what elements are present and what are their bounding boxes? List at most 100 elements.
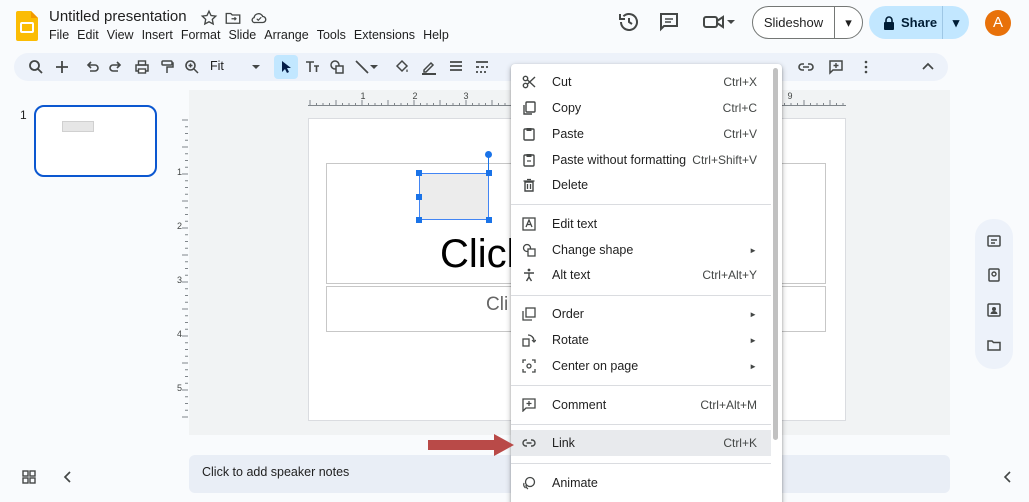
- hide-menus-chevron-icon[interactable]: [920, 59, 936, 75]
- resize-handle-s[interactable]: [486, 217, 492, 223]
- slideshow-label[interactable]: Slideshow: [753, 7, 835, 38]
- menu-item-link[interactable]: Link Ctrl+K: [511, 430, 771, 456]
- text-box-icon[interactable]: [304, 59, 320, 75]
- selected-shape[interactable]: [419, 173, 489, 220]
- menu-item-paste-without-formatting[interactable]: Paste without formatting Ctrl+Shift+V: [511, 147, 771, 173]
- search-menus-icon[interactable]: [28, 59, 44, 75]
- menu-format[interactable]: Format: [181, 28, 227, 42]
- menu-file[interactable]: File: [49, 28, 75, 42]
- menu-item-rotate[interactable]: Rotate ►: [511, 327, 771, 353]
- toolbar: Fit: [14, 53, 948, 81]
- collapse-filmstrip-icon[interactable]: [62, 470, 74, 484]
- cloud-status-icon[interactable]: [250, 9, 268, 27]
- zoom-icon[interactable]: [184, 59, 200, 75]
- menu-item-center-on-page[interactable]: Center on page ►: [511, 353, 771, 379]
- menu-separator: [511, 424, 771, 425]
- shapes-icon: [522, 243, 536, 257]
- zoom-select[interactable]: Fit: [210, 59, 224, 73]
- comments-icon[interactable]: [657, 10, 681, 34]
- meet-dropdown-icon[interactable]: [727, 18, 735, 26]
- vertical-ruler[interactable]: 1 2 3 4 5: [174, 118, 188, 418]
- drive-folder-icon[interactable]: [986, 337, 1002, 353]
- select-pointer-icon[interactable]: [278, 59, 294, 75]
- border-dash-icon[interactable]: [474, 59, 490, 75]
- more-options-icon[interactable]: [858, 59, 874, 75]
- accessibility-icon: [524, 268, 534, 282]
- context-menu: Cut Ctrl+X Copy Ctrl+C Paste Ctrl+V Past…: [511, 64, 782, 502]
- fill-color-icon[interactable]: [394, 59, 410, 75]
- zoom-dropdown-icon[interactable]: [252, 63, 260, 71]
- undo-icon[interactable]: [84, 59, 100, 75]
- border-weight-icon[interactable]: [448, 59, 464, 75]
- menu-item-comment[interactable]: Comment Ctrl+Alt+M: [511, 392, 771, 418]
- resize-handle-n[interactable]: [486, 170, 492, 176]
- keep-icon[interactable]: [986, 267, 1002, 283]
- redo-icon[interactable]: [108, 59, 124, 75]
- animate-icon: [523, 476, 536, 490]
- ruler-top-label-2: 2: [412, 91, 417, 101]
- comment-icon: [522, 398, 536, 412]
- share-dropdown-icon[interactable]: ▾: [943, 15, 969, 31]
- menu-arrange[interactable]: Arrange: [264, 28, 314, 42]
- shape-icon[interactable]: [329, 59, 345, 75]
- share-button[interactable]: Share ▾: [869, 6, 969, 39]
- ruler-left-label-1: 1: [177, 167, 182, 177]
- annotation-arrow: [428, 434, 514, 456]
- submenu-arrow-icon: ►: [749, 245, 757, 255]
- slides-logo-icon[interactable]: [16, 11, 38, 41]
- document-title[interactable]: Untitled presentation: [49, 8, 187, 25]
- menu-tools[interactable]: Tools: [317, 28, 352, 42]
- border-color-icon[interactable]: [421, 59, 437, 75]
- menu-item-delete[interactable]: Delete: [511, 172, 771, 198]
- thumbnail-shape: [62, 121, 94, 132]
- rotation-handle[interactable]: [485, 151, 492, 158]
- menu-separator: [511, 295, 771, 296]
- menu-separator: [511, 385, 771, 386]
- ruler-top-label-9: 9: [787, 91, 792, 101]
- calendar-icon[interactable]: [986, 233, 1002, 249]
- ruler-left-label-2: 2: [177, 221, 182, 231]
- slideshow-button[interactable]: Slideshow ▾: [752, 6, 863, 39]
- contacts-icon[interactable]: [986, 302, 1002, 318]
- add-comment-icon[interactable]: [828, 59, 844, 75]
- rotate-icon: [522, 334, 536, 347]
- menu-item-copy[interactable]: Copy Ctrl+C: [511, 95, 771, 121]
- resize-handle-sw[interactable]: [416, 217, 422, 223]
- line-icon[interactable]: [354, 59, 370, 75]
- paint-format-icon[interactable]: [159, 59, 175, 75]
- grid-view-icon[interactable]: [22, 470, 36, 484]
- menu-item-change-shape[interactable]: Change shape ►: [511, 237, 771, 263]
- menu-view[interactable]: View: [107, 28, 140, 42]
- context-menu-scrollbar[interactable]: [773, 68, 778, 440]
- menu-edit[interactable]: Edit: [77, 28, 105, 42]
- meet-camera-icon[interactable]: [702, 10, 726, 34]
- print-icon[interactable]: [134, 59, 150, 75]
- show-side-panel-icon[interactable]: [1002, 471, 1014, 483]
- menu-extensions[interactable]: Extensions: [354, 28, 421, 42]
- move-folder-icon[interactable]: [224, 9, 242, 27]
- menu-separator: [511, 463, 771, 464]
- menu-item-paste[interactable]: Paste Ctrl+V: [511, 121, 771, 147]
- resize-handle-w[interactable]: [416, 194, 422, 200]
- menu-slide[interactable]: Slide: [228, 28, 262, 42]
- menu-item-alt-text[interactable]: Alt text Ctrl+Alt+Y: [511, 262, 771, 288]
- version-history-icon[interactable]: [617, 10, 641, 34]
- line-dropdown-icon[interactable]: [370, 63, 378, 71]
- slideshow-dropdown-icon[interactable]: ▾: [835, 15, 862, 31]
- new-slide-icon[interactable]: [54, 59, 70, 75]
- menu-item-order[interactable]: Order ►: [511, 301, 771, 327]
- menu-item-animate[interactable]: Animate: [511, 470, 771, 496]
- menu-item-cut[interactable]: Cut Ctrl+X: [511, 69, 771, 95]
- menu-help[interactable]: Help: [423, 28, 455, 42]
- scissors-icon: [522, 75, 536, 89]
- slide-thumbnail[interactable]: [34, 105, 157, 177]
- speaker-notes-placeholder[interactable]: Click to add speaker notes: [202, 465, 349, 479]
- star-icon[interactable]: [200, 9, 218, 27]
- insert-link-icon[interactable]: [798, 59, 814, 75]
- avatar[interactable]: A: [985, 10, 1011, 36]
- resize-handle-nw[interactable]: [416, 170, 422, 176]
- menu-insert[interactable]: Insert: [142, 28, 179, 42]
- subtitle-placeholder-text[interactable]: Cli: [486, 294, 508, 316]
- share-label: Share: [901, 15, 938, 30]
- menu-item-edit-text[interactable]: Edit text: [511, 211, 771, 237]
